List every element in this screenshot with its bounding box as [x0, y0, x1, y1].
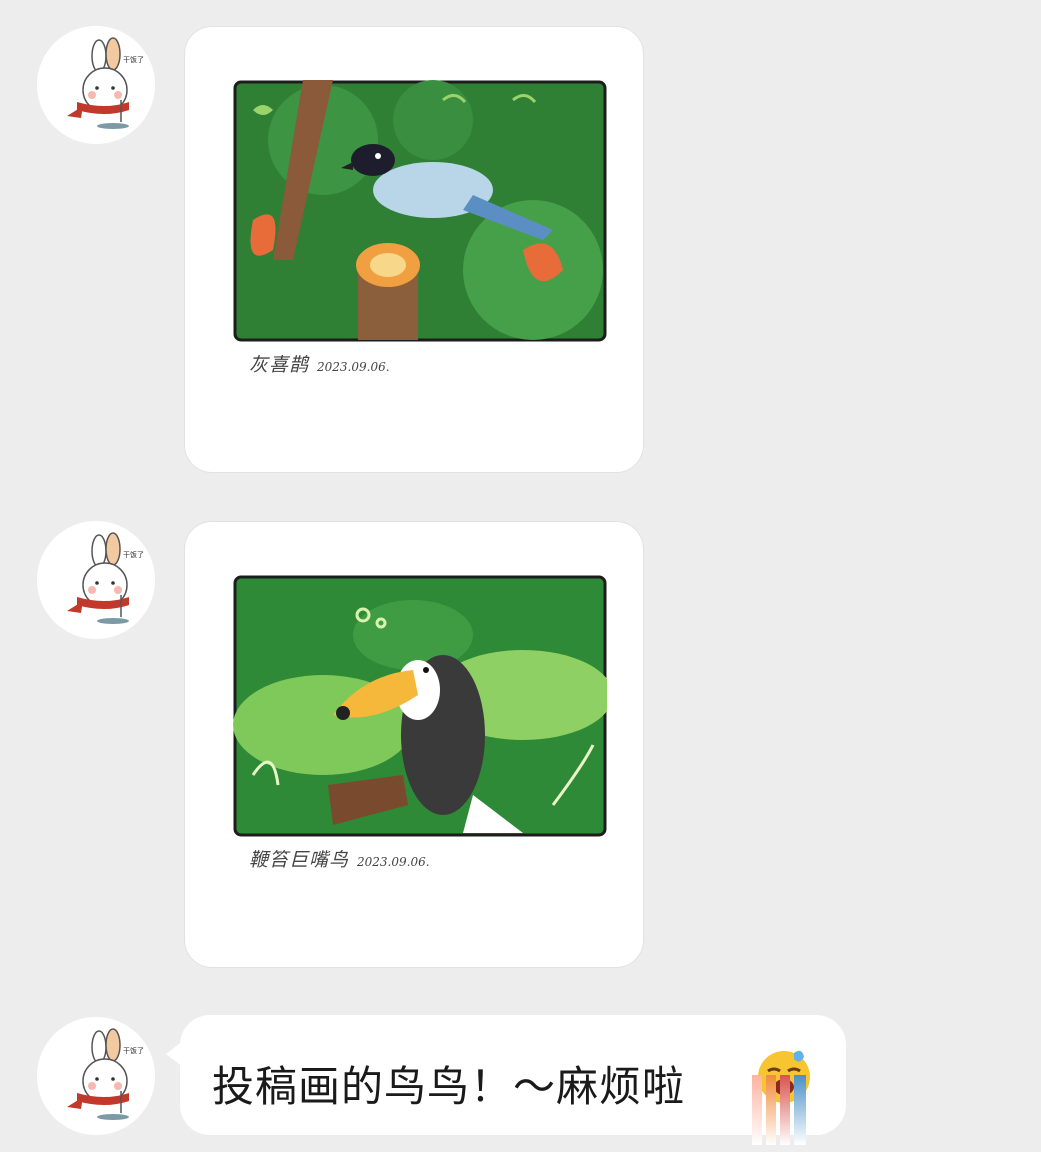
drawing-caption: 灰喜鹊 2023.09.06.	[249, 350, 390, 377]
crying-tear-streak	[780, 1075, 790, 1145]
bunny-avatar-icon: 干饭了	[37, 1017, 155, 1135]
caption-date: 2023.09.06.	[317, 360, 390, 374]
avatar-label: 干饭了	[123, 55, 144, 64]
caption-name: 灰喜鹊	[249, 354, 310, 376]
bird-drawing-image	[233, 575, 607, 837]
crying-tear-streak	[794, 1075, 806, 1145]
bunny-avatar-icon: 干饭了	[37, 521, 155, 639]
caption-name: 鞭笞巨嘴鸟	[249, 849, 350, 871]
bird-drawing-image	[233, 80, 607, 342]
text-message-bubble[interactable]: 投稿画的鸟鸟！～麻烦啦	[180, 1015, 846, 1135]
crying-tear-streak	[752, 1075, 762, 1145]
avatar[interactable]: 干饭了	[37, 521, 155, 639]
avatar-label: 干饭了	[123, 1046, 144, 1055]
avatar[interactable]: 干饭了	[37, 1017, 155, 1135]
message-text: 投稿画的鸟鸟！～麻烦啦	[212, 1062, 686, 1111]
crying-tear-streak	[766, 1075, 776, 1145]
image-message-card[interactable]: 鞭笞巨嘴鸟 2023.09.06.	[184, 521, 644, 968]
drawing-caption: 鞭笞巨嘴鸟 2023.09.06.	[249, 845, 430, 872]
bunny-avatar-icon: 干饭了	[37, 26, 155, 144]
image-message-card[interactable]: 灰喜鹊 2023.09.06.	[184, 26, 644, 473]
avatar-label: 干饭了	[123, 550, 144, 559]
caption-date: 2023.09.06.	[357, 855, 430, 869]
avatar[interactable]: 干饭了	[37, 26, 155, 144]
